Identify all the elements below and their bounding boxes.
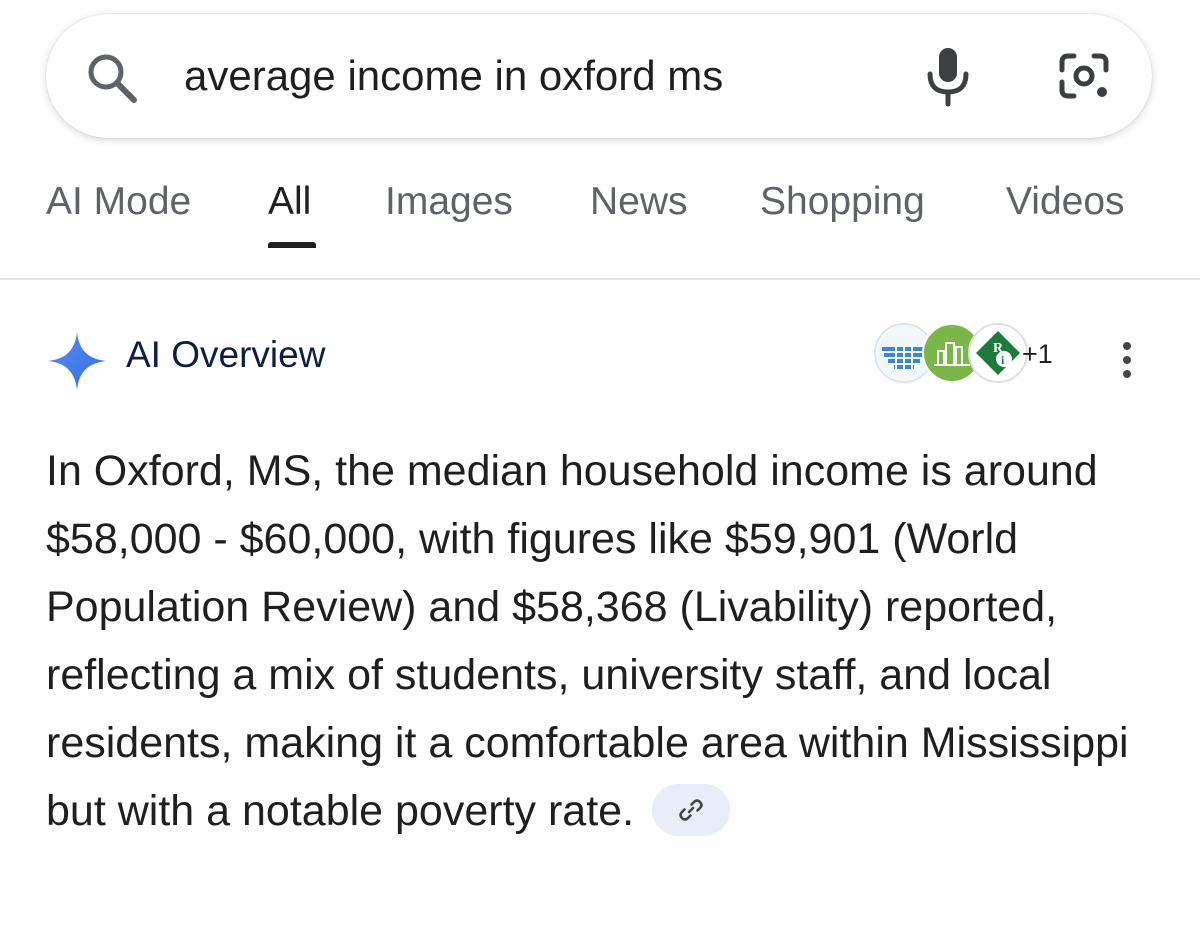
ai-overview-text: In Oxford, MS, the median household inco… [46,437,1166,845]
ai-overview-title: AI Overview [126,334,326,375]
search-input[interactable] [184,44,864,108]
source-avatars[interactable]: R i +1 [874,323,1074,387]
google-lens-icon[interactable] [1054,48,1114,104]
search-tabs: AI Mode All Images News Shopping Videos [0,170,1200,280]
search-bar[interactable] [46,14,1152,138]
source-link-chip[interactable] [651,783,730,836]
sources-more-count[interactable]: +1 [1022,339,1053,370]
tab-videos[interactable]: Videos [1006,180,1125,224]
active-tab-indicator [268,242,316,248]
gemini-sparkle-icon [46,330,108,392]
tab-ai-mode[interactable]: AI Mode [46,180,191,224]
link-icon [679,798,703,821]
ri-logo[interactable]: R i [968,323,1028,383]
tab-news[interactable]: News [590,180,688,224]
ai-overview-body: In Oxford, MS, the median household inco… [46,447,1129,835]
more-options-icon[interactable] [1112,340,1142,380]
tab-shopping[interactable]: Shopping [760,180,925,224]
search-icon[interactable] [84,50,142,108]
tab-images[interactable]: Images [385,180,513,224]
tab-all[interactable]: All [268,180,311,224]
microphone-icon[interactable] [920,44,976,108]
